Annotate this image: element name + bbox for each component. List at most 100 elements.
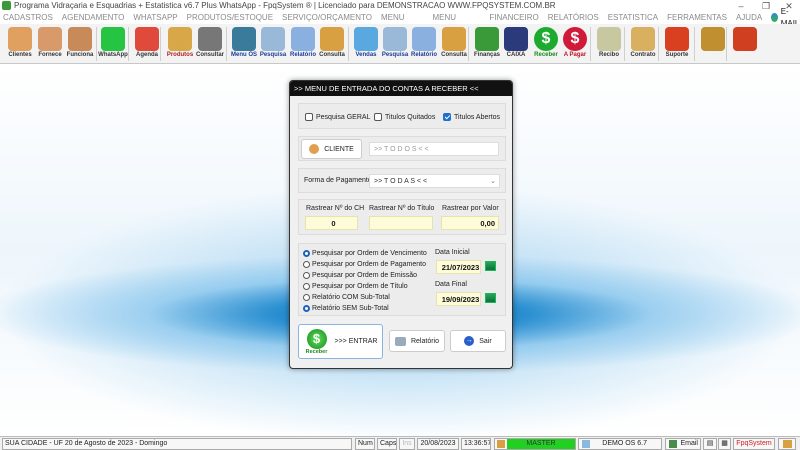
forma-group: Forma de Pagamento >> T O D A S < < ⌄ <box>298 168 506 193</box>
pesquisa-geral-checkbox[interactable]: Pesquisa GERAL <box>305 113 370 121</box>
rastrear-ch-input[interactable]: 0 <box>305 216 358 230</box>
status-caps: Caps <box>377 438 397 450</box>
toolbar-label: Consulta <box>319 52 345 58</box>
status-location: SUA CIDADE - UF 20 de Agosto de 2023 - D… <box>2 438 352 450</box>
toolbar-button-caixa[interactable]: CAIXA <box>501 26 531 62</box>
menu-cadastros[interactable]: CADASTROS <box>3 12 53 24</box>
radio-label: Pesquisar por Ordem de Pagamento <box>312 261 427 268</box>
status-num: Num <box>355 438 375 450</box>
titulos-quitados-checkbox[interactable]: Titulos Quitados <box>374 113 435 121</box>
brand-label: FpqSystem <box>733 438 775 450</box>
toolbar-button-fornece[interactable]: Fornece <box>35 26 65 62</box>
radio-option[interactable]: Pesquisar por Ordem de Emissão <box>303 272 417 279</box>
rastrear-titulo-input[interactable] <box>369 216 433 230</box>
print-icon[interactable]: ▤ <box>703 438 717 450</box>
toolbar-button-relat-rio[interactable]: Relatório <box>288 26 318 62</box>
chevron-down-icon: ⌄ <box>490 178 496 185</box>
rastrear-valor-label: Rastrear por Valor <box>442 205 499 212</box>
checkbox-label: Titulos Quitados <box>385 113 436 121</box>
rastrear-ch-label: Rastrear Nº do CH <box>306 205 365 212</box>
minimize-button[interactable]: – <box>730 0 752 12</box>
radio-option[interactable]: Relatório COM Sub-Total <box>303 294 390 301</box>
menu-estatistica[interactable]: ESTATISTICA <box>608 12 658 24</box>
radio-option[interactable]: Pesquisar por Ordem de Vencimento <box>303 250 427 257</box>
toolbar-button-menu-os[interactable]: Menu OS <box>229 26 259 62</box>
toolbar-button-consulta[interactable]: Consulta <box>317 26 347 62</box>
toolbar-button-consultar[interactable]: Consultar <box>195 26 225 62</box>
calendar-icon[interactable] <box>485 293 496 303</box>
toolbar-label: Consulta <box>441 52 467 58</box>
support-icon <box>665 27 689 51</box>
relatorio-label: Relatório <box>410 337 439 345</box>
menu-menu-vendas[interactable]: MENU VENDAS <box>381 12 423 34</box>
data-inicial-input[interactable]: 21/07/2023 <box>436 260 481 274</box>
client-icon <box>309 144 320 154</box>
toolbar-button-whatsapp[interactable]: WhatsApp <box>98 26 128 62</box>
email-icon <box>669 440 677 448</box>
sair-button[interactable]: → Sair <box>450 330 506 352</box>
folder-icon[interactable] <box>778 438 796 450</box>
toolbar-button-recibo[interactable]: Recibo <box>594 26 624 62</box>
toolbar-label: Receber <box>534 52 558 58</box>
radio-option[interactable]: Relatório SEM Sub-Total <box>303 305 389 312</box>
toolbar-button-funciona[interactable]: Funciona <box>65 26 95 62</box>
relatorio-button[interactable]: Relatório <box>389 330 445 352</box>
toolbar-button-relat-rio[interactable]: Relatório <box>409 26 439 62</box>
calculator-icon[interactable]: ▦ <box>718 438 731 450</box>
radio-icon <box>303 272 310 279</box>
toolbar-button-a-pagar[interactable]: $ A Pagar <box>560 26 590 62</box>
toolbar-button-contrato[interactable]: Contrato <box>628 26 658 62</box>
calendar-icon[interactable] <box>485 261 496 271</box>
window-title: Programa Vidraçaria e Esquadrias + Estat… <box>14 1 556 10</box>
checkbox-checked-icon <box>443 113 451 121</box>
cliente-group: CLIENTE >> T O D O S < < <box>298 136 506 161</box>
toolbar-button-receber[interactable]: $ Receber <box>531 26 561 62</box>
menu-financeiro[interactable]: FINANCEIRO <box>489 12 538 24</box>
menu-produtos-estoque[interactable]: PRODUTOS/ESTOQUE <box>187 12 273 24</box>
toolbar-button-finan-as[interactable]: Finanças <box>472 26 502 62</box>
menu-relat-rios[interactable]: RELATÓRIOS <box>548 12 599 24</box>
toolbar-button-coin[interactable] <box>698 26 728 62</box>
titulos-abertos-checkbox[interactable]: Titulos Abertos <box>443 113 500 121</box>
maximize-button[interactable]: ❐ <box>755 0 777 12</box>
radio-label: Relatório COM Sub-Total <box>312 294 390 301</box>
toolbar-button-vendas[interactable]: Vendas <box>351 26 381 62</box>
toolbar-button-pesquisa[interactable]: Pesquisa <box>258 26 288 62</box>
employee-icon <box>68 27 92 51</box>
rastrear-valor-input[interactable]: 0,00 <box>441 216 499 230</box>
menu-menu-compras[interactable]: MENU COMPRAS <box>432 12 480 34</box>
toolbar-button-produtos[interactable]: Produtos <box>165 26 195 62</box>
toolbar-button-suporte[interactable]: Suporte <box>662 26 692 62</box>
menu-servi-o-or-amento[interactable]: SERVIÇO/ORÇAMENTO <box>282 12 372 24</box>
cliente-button[interactable]: CLIENTE <box>301 139 362 159</box>
toolbar-button-consulta[interactable]: Consulta <box>439 26 469 62</box>
toolbar-button-pesquisa[interactable]: Pesquisa <box>380 26 410 62</box>
email-button[interactable]: Email <box>665 438 701 450</box>
radio-option[interactable]: Pesquisar por Ordem de Título <box>303 283 408 290</box>
drawer-icon <box>442 27 466 51</box>
menu-ferramentas[interactable]: FERRAMENTAS <box>667 12 727 24</box>
menu-agendamento[interactable]: AGENDAMENTO <box>62 12 125 24</box>
receipt-icon <box>597 27 621 51</box>
toolbar-label: Pesquisa <box>381 52 409 58</box>
toolbar-button-clientes[interactable]: Clientes <box>5 26 35 62</box>
toolbar-label: Clientes <box>8 52 32 58</box>
radio-option[interactable]: Pesquisar por Ordem de Pagamento <box>303 261 426 268</box>
title-bar: Programa Vidraçaria e Esquadrias + Estat… <box>0 0 800 12</box>
data-final-input[interactable]: 19/09/2023 <box>436 292 481 306</box>
receive-dollar-icon: $ <box>534 27 558 51</box>
menu-whatsapp[interactable]: WHATSAPP <box>133 12 177 24</box>
toolbar-button-agenda[interactable]: Agenda <box>132 26 162 62</box>
toolbar-separator <box>658 27 659 61</box>
cliente-field[interactable]: >> T O D O S < < <box>369 142 499 156</box>
entrar-button[interactable]: $ Receber >>> ENTRAR <box>298 324 383 359</box>
user-icon <box>497 440 505 448</box>
radio-label: Pesquisar por Ordem de Emissão <box>312 272 418 279</box>
menu-e-mail[interactable]: E-MAIL <box>781 7 800 28</box>
menu-ajuda[interactable]: AJUDA <box>736 12 762 24</box>
toolbar-button-exit[interactable] <box>730 26 760 62</box>
forma-pagamento-select[interactable]: >> T O D A S < < ⌄ <box>369 174 500 188</box>
clipboard-icon <box>232 27 256 51</box>
contract-icon <box>631 27 655 51</box>
barcode-icon <box>198 27 222 51</box>
